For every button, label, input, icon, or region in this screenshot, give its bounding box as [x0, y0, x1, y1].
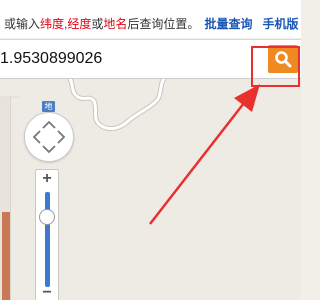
search-icon — [275, 51, 292, 68]
left-panel — [0, 97, 11, 300]
hint-suffix: 后查询位置。 — [127, 17, 200, 31]
zoom-out-button[interactable]: − — [36, 285, 58, 300]
hint-bar: 或输入纬度,经度或地名后查询位置。 批量查询 手机版 — [0, 0, 301, 38]
hint-latitude: 纬度 — [40, 17, 65, 31]
hint-text: 或输入纬度,经度或地名后查询位置。 批量查询 手机版 — [4, 15, 298, 32]
hint-longitude: 经度 — [67, 17, 92, 31]
mobile-version-link[interactable]: 手机版 — [262, 17, 298, 31]
hint-or: 或 — [91, 17, 104, 31]
search-row — [0, 39, 301, 79]
search-button[interactable] — [268, 45, 298, 73]
pan-right-icon[interactable] — [57, 130, 66, 144]
zoom-slider-track[interactable] — [45, 192, 50, 287]
zoom-slider-thumb[interactable] — [39, 209, 55, 225]
coordinate-search-input[interactable] — [0, 46, 245, 72]
pan-control[interactable] — [24, 112, 74, 162]
map-type-icon[interactable]: 地 — [42, 101, 55, 112]
left-panel-strip — [2, 212, 10, 300]
pan-up-icon[interactable] — [42, 120, 56, 129]
zoom-in-button[interactable]: + — [36, 171, 58, 187]
pan-left-icon[interactable] — [32, 130, 41, 144]
zoom-control: + − — [35, 169, 59, 300]
hint-prefix: 或输入 — [4, 17, 41, 31]
batch-query-link[interactable]: 批量查询 — [204, 17, 252, 31]
hint-place-name: 地名 — [103, 17, 128, 31]
map-canvas[interactable]: 地 + − — [0, 79, 301, 300]
pan-down-icon[interactable] — [42, 145, 56, 154]
